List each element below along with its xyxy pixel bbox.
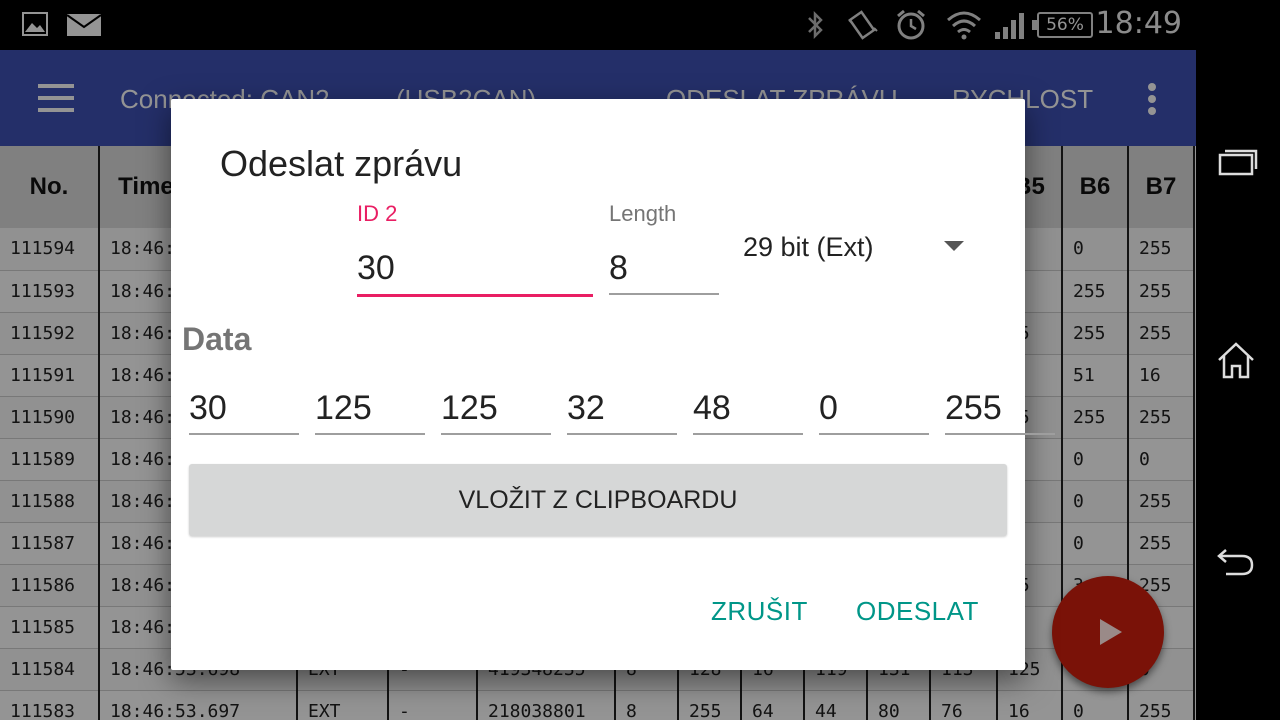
data-byte-value: 0 bbox=[819, 389, 838, 427]
data-byte-value: 32 bbox=[567, 389, 605, 427]
data-byte-underline bbox=[441, 433, 551, 435]
data-byte-value: 255 bbox=[945, 389, 1002, 427]
data-byte-value: 48 bbox=[693, 389, 731, 427]
navigation-bar bbox=[1196, 0, 1280, 720]
data-byte-value: 30 bbox=[189, 389, 227, 427]
play-icon bbox=[1100, 619, 1122, 645]
data-byte-underline bbox=[945, 433, 1055, 435]
data-byte-field[interactable]: 125 bbox=[441, 389, 551, 437]
data-section-label: Data bbox=[182, 321, 252, 357]
cancel-button[interactable]: ZRUŠIT bbox=[711, 596, 808, 627]
data-byte-underline bbox=[819, 433, 929, 435]
data-byte-field[interactable]: 0 bbox=[819, 389, 929, 437]
home-icon[interactable] bbox=[1216, 340, 1256, 380]
recent-apps-icon[interactable] bbox=[1218, 148, 1258, 176]
frame-type-select[interactable]: 29 bit (Ext) bbox=[743, 232, 874, 263]
id-field-underline bbox=[357, 294, 593, 297]
back-icon[interactable] bbox=[1216, 544, 1256, 576]
data-byte-underline bbox=[693, 433, 803, 435]
data-byte-field[interactable]: 30 bbox=[189, 389, 299, 437]
data-byte-field[interactable]: 32 bbox=[567, 389, 677, 437]
data-byte-value: 125 bbox=[315, 389, 372, 427]
data-byte-field[interactable]: 48 bbox=[693, 389, 803, 437]
data-byte-field[interactable]: 125 bbox=[315, 389, 425, 437]
id-field[interactable]: 30 bbox=[357, 249, 395, 288]
data-byte-field[interactable]: 255 bbox=[945, 389, 1055, 437]
send-button[interactable]: ODESLAT bbox=[856, 596, 979, 627]
dropdown-arrow-icon[interactable] bbox=[944, 241, 964, 251]
paste-from-clipboard-button[interactable]: VLOŽIT Z CLIPBOARDU bbox=[189, 464, 1007, 536]
data-byte-underline bbox=[567, 433, 677, 435]
length-field-underline bbox=[609, 293, 719, 295]
length-field-label: Length bbox=[609, 201, 677, 226]
length-field[interactable]: 8 bbox=[609, 249, 628, 288]
send-message-dialog: Odeslat zprávu ID 2 30 Length 8 29 bit (… bbox=[171, 99, 1055, 670]
data-byte-underline bbox=[315, 433, 425, 435]
id-field-label: ID 2 bbox=[357, 201, 398, 226]
dialog-title: Odeslat zprávu bbox=[220, 143, 463, 184]
data-byte-underline bbox=[189, 433, 299, 435]
play-button[interactable] bbox=[1052, 576, 1164, 688]
data-byte-value: 125 bbox=[441, 389, 498, 427]
